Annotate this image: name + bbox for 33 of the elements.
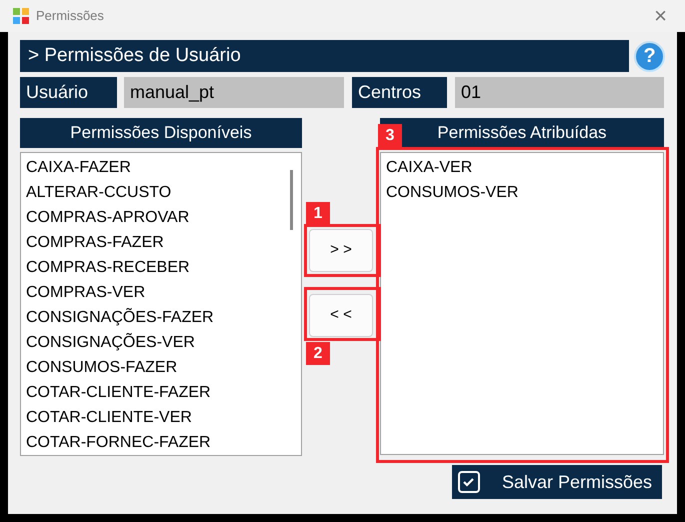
scrollbar-thumb[interactable] xyxy=(290,170,293,230)
callout-number: 2 xyxy=(306,342,330,365)
app-logo-icon xyxy=(13,8,29,24)
list-item[interactable]: COMPRAS-VER xyxy=(21,280,301,305)
available-list[interactable]: CAIXA-FAZER ALTERAR-CCUSTO COMPRAS-APROVAR COMPRAS-FAZER COMPRAS-RECEBER COMPRAS-VER CONSIGNAÇÕES-FAZER CONSIGNAÇÕES-VER CONSUMOS-FAZER COTAR-CLIENTE-FAZER COTAR-CLIENTE-VER COTAR-FORNEC-FAZER xyxy=(20,152,302,456)
move-button[interactable]: < < xyxy=(309,294,373,337)
callout-number: 1 xyxy=(306,202,330,225)
list-item[interactable]: CONSUMOS-FAZER xyxy=(21,355,301,380)
list-item[interactable]: CAIXA-VER xyxy=(381,155,663,180)
callout-number: 3 xyxy=(378,124,402,147)
checkbox-icon xyxy=(458,471,480,493)
field-label: Usuário xyxy=(20,77,117,108)
list-item[interactable]: COTAR-CLIENTE-VER xyxy=(21,405,301,430)
list-item[interactable]: ALTERAR-CCUSTO xyxy=(21,180,301,205)
user-field[interactable]: manual_pt xyxy=(124,77,344,108)
centers-field[interactable]: 01 xyxy=(455,77,664,108)
close-button[interactable]: × xyxy=(654,5,667,27)
list-item[interactable]: COMPRAS-RECEBER xyxy=(21,255,301,280)
list-item[interactable]: COMPRAS-FAZER xyxy=(21,230,301,255)
field-label: Centros xyxy=(352,77,447,108)
assigned-list[interactable]: CAIXA-VER CONSUMOS-VER xyxy=(380,152,664,455)
list-item[interactable]: CAIXA-FAZER xyxy=(21,155,301,180)
list-item[interactable]: COTAR-CLIENTE-FAZER xyxy=(21,380,301,405)
section-header: > Permissões de Usuário xyxy=(20,40,630,72)
list-item[interactable]: CONSIGNAÇÕES-VER xyxy=(21,330,301,355)
list-item[interactable]: CONSIGNAÇÕES-FAZER xyxy=(21,305,301,330)
list-item[interactable]: COTAR-FORNEC-FAZER xyxy=(21,430,301,455)
list-header: Permissões Disponíveis xyxy=(20,118,302,148)
list-item[interactable]: COMPRAS-APROVAR xyxy=(21,205,301,230)
move-button[interactable]: > > xyxy=(309,229,373,272)
save-button[interactable]: Salvar Permissões xyxy=(452,465,662,499)
list-item[interactable]: CONSUMOS-VER xyxy=(381,180,663,205)
window-title: Permissões xyxy=(36,7,104,26)
